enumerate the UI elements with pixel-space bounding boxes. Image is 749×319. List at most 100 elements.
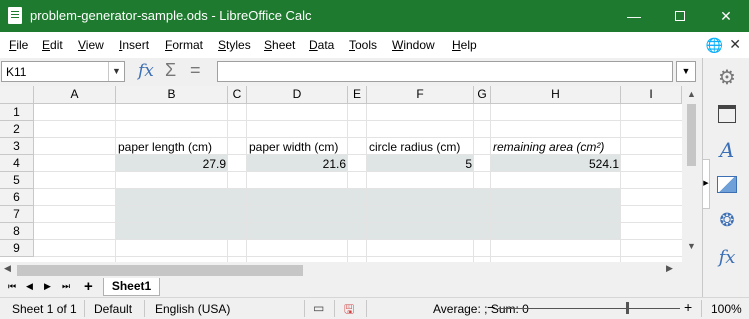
formula-icon[interactable]: = [190, 60, 201, 81]
menu-data[interactable]: Data [309, 38, 334, 52]
grid-line [34, 205, 682, 206]
cell-h4[interactable]: 524.1 [491, 156, 621, 172]
cell-d3[interactable]: paper width (cm) [247, 139, 348, 155]
column-header-d[interactable]: D [247, 86, 348, 104]
scroll-down-icon[interactable]: ▼ [687, 241, 696, 251]
cell-d4[interactable]: 21.6 [247, 156, 348, 172]
selection-mode-icon[interactable]: ▭ [313, 301, 324, 315]
zoom-level[interactable]: 100% [711, 302, 742, 316]
sheet-position[interactable]: Sheet 1 of 1 [12, 302, 77, 316]
language[interactable]: English (USA) [155, 302, 230, 316]
settings-gear-icon[interactable]: ⚙ [715, 65, 739, 89]
zoom-out-button[interactable]: − [487, 299, 495, 315]
calc-app-icon [8, 7, 22, 24]
styles-icon[interactable]: A [715, 138, 739, 162]
menu-window[interactable]: Window [392, 38, 435, 52]
previous-sheet-icon[interactable]: ◀ [26, 281, 33, 292]
sum-icon[interactable]: Σ [165, 60, 176, 81]
maximize-button[interactable] [657, 0, 703, 32]
sidebar-collapse-handle[interactable]: ▶ [702, 159, 710, 209]
sheet-tab-bar: ⏮ ◀ ▶ ⏭ + Sheet1 [0, 278, 702, 297]
column-header-b[interactable]: B [116, 86, 228, 104]
cell-f3[interactable]: circle radius (cm) [367, 139, 474, 155]
close-icon: ✕ [720, 7, 732, 24]
first-sheet-icon[interactable]: ⏮ [8, 281, 16, 292]
row-header-3[interactable]: 3 [0, 138, 34, 155]
grid-line [34, 120, 682, 121]
zoom-slider[interactable] [498, 308, 680, 309]
separator [304, 300, 305, 317]
separator [144, 300, 145, 317]
column-header-c[interactable]: C [228, 86, 247, 104]
horizontal-scrollbar[interactable]: ◀ ▶ [0, 262, 702, 278]
column-header-h[interactable]: H [491, 86, 621, 104]
cell-h3[interactable]: remaining area (cm²) [491, 139, 621, 155]
row-header-2[interactable]: 2 [0, 121, 34, 138]
grid-line [34, 188, 682, 189]
scroll-left-icon[interactable]: ◀ [4, 263, 11, 274]
properties-icon[interactable] [715, 102, 739, 126]
column-header-e[interactable]: E [348, 86, 367, 104]
select-all-corner[interactable] [0, 86, 34, 104]
separator [84, 300, 85, 317]
window-title: problem-generator-sample.ods - LibreOffi… [30, 8, 312, 23]
minimize-button[interactable]: — [611, 0, 657, 32]
grid-line [34, 256, 682, 257]
chevron-down-icon[interactable]: ▼ [108, 62, 124, 81]
functions-icon[interactable]: fx [715, 245, 739, 269]
menu-edit[interactable]: Edit [42, 38, 63, 52]
row-header-5[interactable]: 5 [0, 172, 34, 189]
row-header-9[interactable]: 9 [0, 240, 34, 257]
name-box[interactable]: K11 ▼ [1, 61, 125, 82]
cell-b3[interactable]: paper length (cm) [116, 139, 228, 155]
menu-sheet[interactable]: Sheet [264, 38, 295, 52]
zoom-slider-thumb[interactable] [626, 302, 629, 314]
name-box-value: K11 [6, 65, 27, 79]
formula-bar: K11 ▼ fx Σ = ▼ [0, 58, 702, 86]
horizontal-scroll-thumb[interactable] [17, 265, 303, 276]
row-header-6[interactable]: 6 [0, 189, 34, 206]
vertical-scroll-thumb[interactable] [687, 104, 696, 166]
menu-tools[interactable]: Tools [349, 38, 377, 52]
cell-f4[interactable]: 5 [367, 156, 474, 172]
close-button[interactable]: ✕ [703, 0, 749, 32]
formula-input[interactable] [217, 61, 673, 82]
function-wizard-icon[interactable]: fx [138, 61, 154, 81]
navigator-icon[interactable]: ❂ [715, 208, 739, 232]
row-header-7[interactable]: 7 [0, 206, 34, 223]
spreadsheet-grid[interactable]: A B C D E F G H I 1 2 3 4 5 6 7 8 9 pape… [0, 86, 702, 262]
scroll-up-icon[interactable]: ▲ [687, 89, 696, 99]
row-header-1[interactable]: 1 [0, 104, 34, 121]
add-sheet-icon[interactable]: + [84, 278, 93, 295]
gallery-icon[interactable] [715, 172, 739, 196]
menu-file[interactable]: File [9, 38, 28, 52]
column-header-f[interactable]: F [367, 86, 474, 104]
sidebar-deck: ▶ ⚙ A ❂ fx [702, 58, 749, 297]
close-document-icon[interactable]: ✕ [729, 36, 741, 53]
cell-b4[interactable]: 27.9 [116, 156, 228, 172]
last-sheet-icon[interactable]: ⏭ [62, 281, 70, 292]
next-sheet-icon[interactable]: ▶ [44, 281, 51, 292]
menu-help[interactable]: Help [452, 38, 477, 52]
column-header-i[interactable]: I [621, 86, 682, 104]
sheet-tab-sheet1[interactable]: Sheet1 [103, 278, 160, 296]
row-header-8[interactable]: 8 [0, 223, 34, 240]
separator [334, 300, 335, 317]
zoom-in-button[interactable]: + [684, 299, 692, 315]
maximize-icon [675, 11, 685, 21]
menu-insert[interactable]: Insert [119, 38, 149, 52]
status-bar: Sheet 1 of 1 Default English (USA) ▭ 🖫 A… [0, 297, 749, 319]
scroll-right-icon[interactable]: ▶ [666, 263, 673, 274]
globe-icon[interactable]: 🌐 [706, 37, 723, 54]
menu-format[interactable]: Format [165, 38, 203, 52]
expand-formula-icon[interactable]: ▼ [676, 61, 696, 82]
menu-styles[interactable]: Styles [218, 38, 251, 52]
column-header-g[interactable]: G [474, 86, 491, 104]
vertical-scrollbar[interactable]: ▲ ▼ [682, 86, 702, 262]
menu-bar: File Edit View Insert Format Styles Shee… [0, 32, 749, 58]
menu-view[interactable]: View [78, 38, 104, 52]
page-style[interactable]: Default [94, 302, 132, 316]
column-header-a[interactable]: A [34, 86, 116, 104]
grid-line [34, 137, 682, 138]
row-header-4[interactable]: 4 [0, 155, 34, 172]
